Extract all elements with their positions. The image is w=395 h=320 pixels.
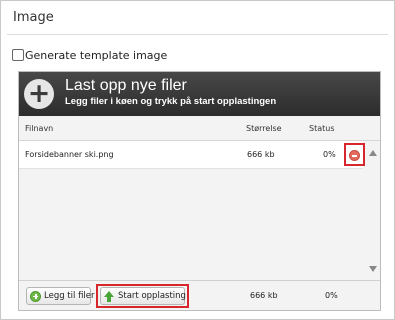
file-size: 666 kb — [247, 150, 275, 159]
add-files-button[interactable]: Legg til filer — [26, 287, 95, 305]
scroll-down-icon[interactable] — [369, 266, 377, 272]
file-list: Forsidebanner ski.png 666 kb 0% — [19, 141, 365, 280]
file-name: Forsidebanner ski.png — [25, 150, 114, 159]
file-row: Forsidebanner ski.png 666 kb 0% — [19, 141, 365, 169]
file-list-header: Filnavn Størrelse Status — [19, 116, 380, 141]
start-upload-highlight: Start opplasting — [96, 284, 189, 308]
uploader-footer: Legg til filer Start opplasting 666 kb 0… — [19, 280, 380, 310]
generate-template-checkbox[interactable] — [12, 49, 24, 61]
uploader-subtitle: Legg filer i køen og trykk på start oppl… — [65, 96, 277, 107]
section-title: Image — [13, 10, 54, 25]
plus-circle-icon[interactable]: + — [24, 79, 54, 109]
start-upload-label: Start opplasting — [118, 291, 186, 301]
add-icon — [30, 290, 41, 302]
total-size: 666 kb — [250, 291, 278, 300]
generate-template-row[interactable]: Generate template image — [12, 47, 167, 63]
add-files-label: Legg til filer — [44, 291, 95, 301]
scroll-up-icon[interactable] — [369, 150, 377, 156]
arrow-up-icon — [104, 290, 114, 302]
file-uploader: + Last opp nye filer Legg filer i køen o… — [18, 71, 381, 311]
column-header-size: Størrelse — [246, 124, 282, 133]
start-upload-button[interactable]: Start opplasting — [100, 287, 186, 305]
uploader-title: Last opp nye filer — [65, 77, 187, 94]
column-header-name: Filnavn — [25, 124, 54, 133]
image-panel: Image Generate template image + Last opp… — [0, 0, 395, 320]
section-divider — [7, 34, 388, 35]
column-header-status: Status — [309, 124, 335, 133]
total-status: 0% — [325, 291, 338, 300]
remove-file-button[interactable] — [344, 143, 365, 166]
generate-template-label: Generate template image — [25, 48, 168, 62]
file-status: 0% — [323, 150, 336, 159]
uploader-header: + Last opp nye filer Legg filer i køen o… — [19, 72, 380, 116]
remove-icon[interactable] — [349, 150, 360, 161]
